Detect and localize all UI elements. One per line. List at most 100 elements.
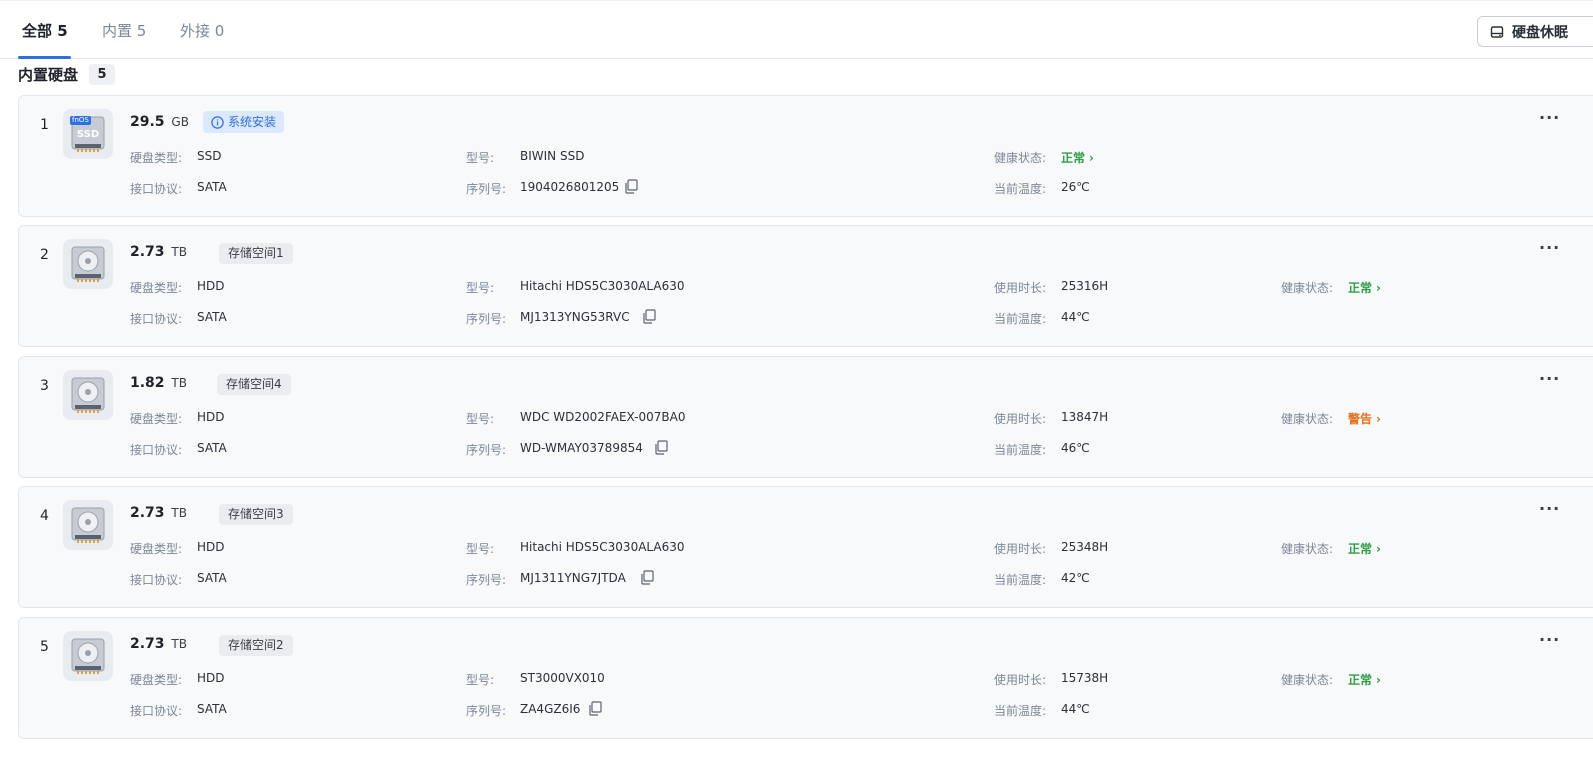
tab-all-label: 全部 — [22, 22, 53, 40]
chevron-right-icon: › — [1089, 151, 1094, 165]
disk-card[interactable]: 3 1.82 TB 存储空间4 硬盘类型: HDD 型号: WDC WD2002FAEX-0… — [18, 356, 1593, 478]
usage-hours-label: 使用时长: — [994, 281, 1047, 295]
disk-type-label: 硬盘类型: — [130, 281, 183, 295]
temperature-value: 46℃ — [1061, 441, 1090, 455]
more-icon[interactable]: ··· — [1539, 369, 1560, 388]
more-icon[interactable]: ··· — [1539, 238, 1560, 257]
copy-icon[interactable] — [588, 701, 602, 716]
model-value: WDC WD2002FAEX-007BA0 — [520, 410, 686, 424]
tab-external[interactable]: 外接 0 — [180, 20, 224, 41]
disk-card[interactable]: 5 2.73 TB 存储空间2 硬盘类型: HDD 型号: ST3000VX010 使用时长:… — [18, 617, 1593, 739]
interface-label: 接口协议: — [130, 704, 183, 718]
capacity-value: 1.82 — [130, 375, 165, 391]
copy-icon[interactable] — [642, 309, 656, 324]
usage-hours-value: 15738H — [1061, 671, 1109, 685]
model-value: Hitachi HDS5C3030ALA630 — [520, 540, 685, 554]
health-status-link[interactable]: 正常 › — [1061, 149, 1094, 166]
interface-label: 接口协议: — [130, 573, 183, 587]
disk-type-value: HDD — [197, 410, 225, 424]
serial-value: ZA4GZ6I6 — [520, 702, 581, 716]
usage-hours-value: 13847H — [1061, 410, 1109, 424]
model-value: Hitachi HDS5C3030ALA630 — [520, 279, 685, 293]
disk-card[interactable]: 2 2.73 TB 存储空间1 硬盘类型: HDD 型号: Hitachi HDS5C303… — [18, 225, 1593, 347]
health-status-link[interactable]: 警告 › — [1348, 410, 1381, 427]
copy-icon[interactable] — [640, 570, 654, 585]
hard-disk-icon: SSD fnOS — [63, 109, 113, 159]
interface-value: SATA — [197, 180, 227, 194]
capacity-unit: TB — [171, 506, 187, 520]
interface-label: 接口协议: — [130, 312, 183, 326]
capacity-value: 2.73 — [130, 636, 165, 652]
section-count-badge: 5 — [89, 64, 115, 85]
hard-disk-icon — [63, 370, 113, 420]
active-tab-indicator — [18, 56, 71, 59]
capacity-unit: TB — [171, 245, 187, 259]
disk-card[interactable]: 1 SSD fnOS 29.5 GB 系统安装 硬盘类型: SSD 型号: BIWIN SSD 健… — [18, 95, 1593, 217]
disk-type-value: HDD — [197, 279, 225, 293]
tab-all-count: 5 — [57, 22, 68, 40]
chevron-right-icon: › — [1376, 281, 1381, 295]
disk-sleep-label: 硬盘休眠 — [1512, 24, 1568, 41]
disk-index: 2 — [40, 247, 49, 263]
disk-type-label: 硬盘类型: — [130, 542, 183, 556]
model-label: 型号: — [466, 542, 495, 556]
model-label: 型号: — [466, 412, 495, 426]
serial-value: 1904026801205 — [520, 180, 620, 194]
disk-capacity: 2.73 TB — [130, 636, 187, 652]
storage-pool-tag: 存储空间4 — [217, 374, 291, 395]
model-value: BIWIN SSD — [520, 149, 585, 163]
more-icon[interactable]: ··· — [1539, 630, 1560, 649]
disk-index: 3 — [40, 378, 49, 394]
temperature-label: 当前温度: — [994, 443, 1047, 457]
interface-value: SATA — [197, 571, 227, 585]
disk-type-value: HDD — [197, 540, 225, 554]
usage-hours-label: 使用时长: — [994, 673, 1047, 687]
copy-icon[interactable] — [654, 440, 668, 455]
more-icon[interactable]: ··· — [1539, 108, 1560, 127]
info-icon — [211, 115, 224, 129]
model-value: ST3000VX010 — [520, 671, 605, 685]
disk-card[interactable]: 4 2.73 TB 存储空间3 硬盘类型: HDD 型号: Hitachi HDS5C303… — [18, 486, 1593, 608]
tab-internal-count: 5 — [136, 22, 147, 40]
temperature-label: 当前温度: — [994, 312, 1047, 326]
disk-index: 4 — [40, 508, 49, 524]
interface-label: 接口协议: — [130, 443, 183, 457]
disk-type-label: 硬盘类型: — [130, 151, 183, 165]
health-status-value: 警告 — [1348, 412, 1373, 426]
chevron-right-icon: › — [1376, 412, 1381, 426]
capacity-unit: TB — [171, 637, 187, 651]
disk-sleep-button[interactable]: 硬盘休眠 — [1477, 16, 1593, 47]
health-status-value: 正常 — [1061, 151, 1086, 165]
disk-capacity: 2.73 TB — [130, 505, 187, 521]
usage-hours-value: 25348H — [1061, 540, 1109, 554]
copy-icon[interactable] — [624, 179, 638, 194]
model-label: 型号: — [466, 151, 495, 165]
disk-drive-icon — [1490, 25, 1504, 38]
usage-hours-value: 25316H — [1061, 279, 1109, 293]
more-icon[interactable]: ··· — [1539, 499, 1560, 518]
disk-type-label: 硬盘类型: — [130, 673, 183, 687]
model-label: 型号: — [466, 281, 495, 295]
capacity-value: 29.5 — [130, 114, 165, 130]
usage-hours-label: 使用时长: — [994, 412, 1047, 426]
health-status-link[interactable]: 正常 › — [1348, 279, 1381, 296]
disk-capacity: 2.73 TB — [130, 244, 187, 260]
chevron-right-icon: › — [1376, 673, 1381, 687]
disk-type-label: 硬盘类型: — [130, 412, 183, 426]
capacity-unit: TB — [171, 376, 187, 390]
serial-value: WD-WMAY03789854 — [520, 441, 643, 455]
system-install-label: 系统安装 — [228, 115, 277, 129]
temperature-value: 42℃ — [1061, 571, 1090, 585]
serial-label: 序列号: — [466, 704, 507, 718]
interface-value: SATA — [197, 441, 227, 455]
tab-internal[interactable]: 内置 5 — [102, 20, 146, 41]
health-status-link[interactable]: 正常 › — [1348, 540, 1381, 557]
storage-pool-tag: 存储空间1 — [219, 243, 293, 264]
tab-all[interactable]: 全部 5 — [22, 20, 68, 41]
health-label: 健康状态: — [994, 151, 1047, 165]
section-title: 内置硬盘 — [18, 66, 79, 84]
capacity-value: 2.73 — [130, 244, 165, 260]
temperature-label: 当前温度: — [994, 182, 1047, 196]
health-status-link[interactable]: 正常 › — [1348, 671, 1381, 688]
serial-value: MJ1313YNG53RVC — [520, 310, 630, 324]
